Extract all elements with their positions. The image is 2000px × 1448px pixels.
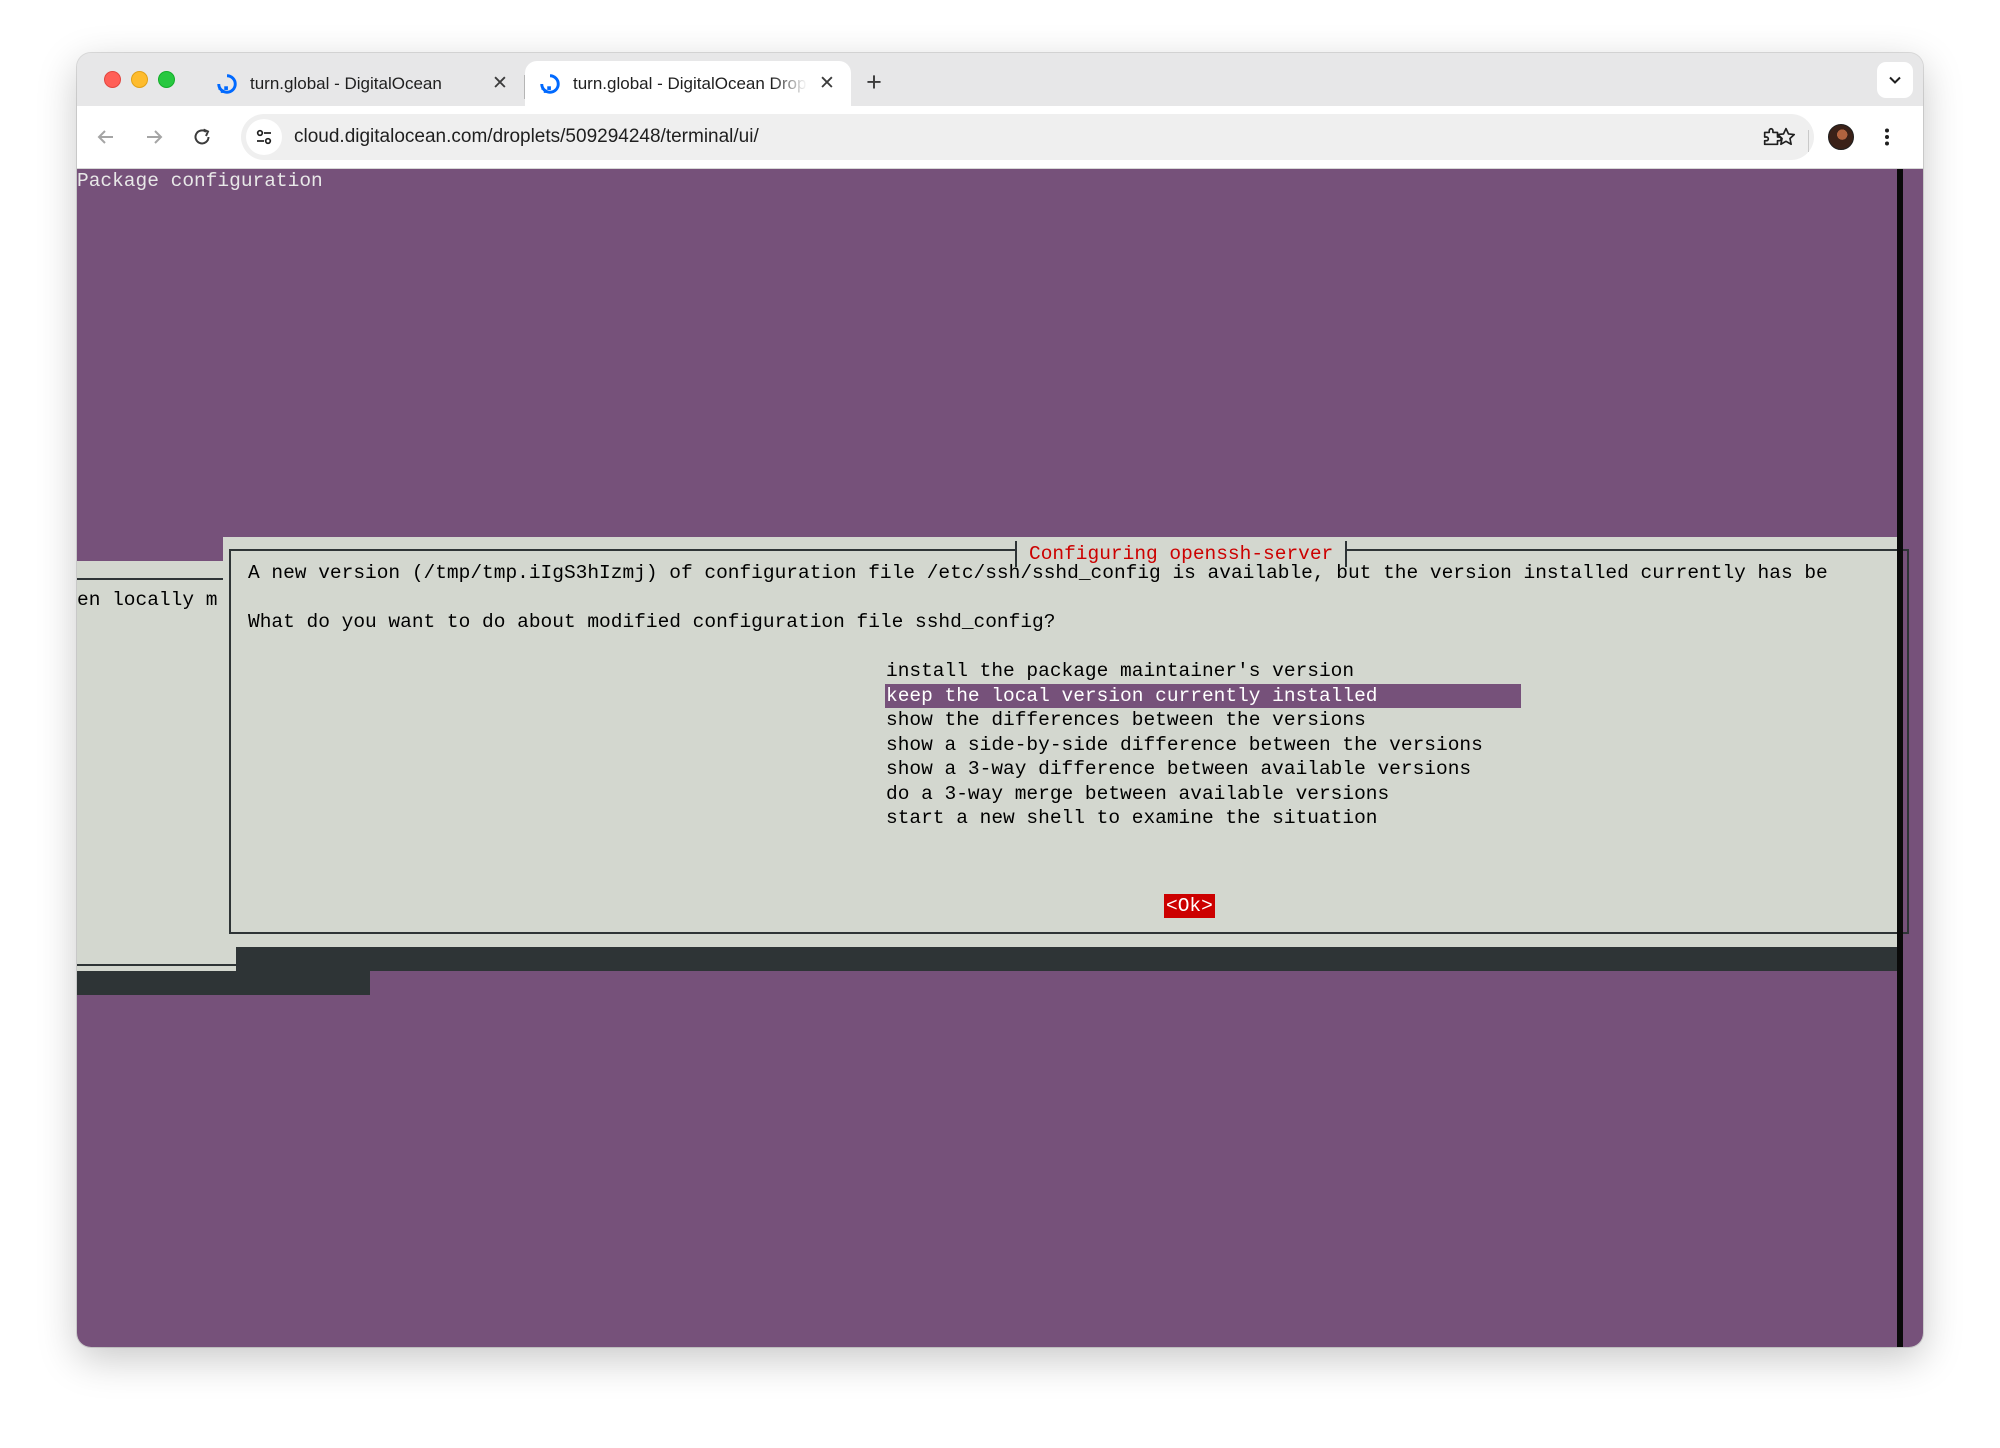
option-side-by-side-difference[interactable]: show a side-by-side difference between t… xyxy=(885,733,1521,758)
minimize-window-button[interactable] xyxy=(131,71,148,88)
option-install-maintainer-version[interactable]: install the package maintainer's version xyxy=(885,659,1521,684)
dialog-message: A new version (/tmp/tmp.iIgS3hIzmj) of c… xyxy=(248,562,1828,584)
site-info-button[interactable] xyxy=(246,119,282,155)
digitalocean-logo-icon xyxy=(217,73,237,94)
close-window-button[interactable] xyxy=(104,71,121,88)
option-keep-local-version[interactable]: keep the local version currently install… xyxy=(885,683,1521,708)
terminal-scrollbar[interactable] xyxy=(1897,169,1903,1347)
browser-toolbar: cloud.digitalocean.com/droplets/50929424… xyxy=(77,106,1923,169)
terminal-header: Package configuration xyxy=(77,170,323,192)
tab-title: turn.global - DigitalOcean Droplets xyxy=(573,73,807,93)
tab-digitalocean-2[interactable]: turn.global - DigitalOcean Droplets ✕ xyxy=(525,61,851,106)
dialog-shadow xyxy=(77,971,370,995)
more-vertical-icon xyxy=(1885,128,1889,146)
options-menu[interactable]: install the package maintainer's version… xyxy=(885,659,1521,831)
ok-button[interactable]: <Ok> xyxy=(1164,894,1215,918)
address-bar[interactable]: cloud.digitalocean.com/droplets/50929424… xyxy=(241,114,1814,160)
url-text[interactable]: cloud.digitalocean.com/droplets/50929424… xyxy=(294,114,759,160)
browser-window: turn.global - DigitalOcean ✕ turn.global… xyxy=(77,53,1923,1347)
arrow-left-icon xyxy=(97,130,113,144)
dialog-shadow xyxy=(236,947,1897,971)
option-show-differences[interactable]: show the differences between the version… xyxy=(885,708,1521,733)
chevron-down-icon xyxy=(1889,76,1901,84)
dialog-question: What do you want to do about modified co… xyxy=(248,611,1056,633)
option-3-way-merge[interactable]: do a 3-way merge between available versi… xyxy=(885,782,1521,807)
tab-strip: turn.global - DigitalOcean ✕ turn.global… xyxy=(77,53,1923,106)
tune-icon xyxy=(256,129,272,145)
configure-dialog: Configuring openssh-server A new version… xyxy=(223,537,1909,947)
tab-title: turn.global - DigitalOcean xyxy=(250,73,442,93)
digitalocean-logo-icon xyxy=(540,73,560,94)
tab-search-button[interactable] xyxy=(1877,62,1913,98)
forward-button[interactable] xyxy=(136,119,172,155)
avatar xyxy=(1828,124,1854,150)
tab-digitalocean-1[interactable]: turn.global - DigitalOcean ✕ xyxy=(202,61,524,106)
option-start-new-shell[interactable]: start a new shell to examine the situati… xyxy=(885,806,1521,831)
close-tab-icon[interactable]: ✕ xyxy=(817,73,837,94)
zoom-window-button[interactable] xyxy=(158,71,175,88)
option-3-way-difference[interactable]: show a 3-way difference between availabl… xyxy=(885,757,1521,782)
new-tab-button[interactable]: + xyxy=(857,66,891,100)
terminal-viewport[interactable]: Package configuration en locally m Confi… xyxy=(77,169,1923,1347)
close-tab-icon[interactable]: ✕ xyxy=(490,73,510,94)
background-dialog-text: en locally m xyxy=(77,589,218,611)
extensions-button[interactable] xyxy=(1754,119,1790,155)
toolbar-separator xyxy=(1808,130,1809,152)
profile-button[interactable] xyxy=(1823,119,1859,155)
puzzle-icon xyxy=(1763,127,1782,146)
arrow-right-icon xyxy=(147,130,163,144)
browser-menu-button[interactable] xyxy=(1869,119,1905,155)
reload-button[interactable] xyxy=(184,119,220,155)
reload-icon xyxy=(194,128,210,145)
back-button[interactable] xyxy=(88,119,124,155)
